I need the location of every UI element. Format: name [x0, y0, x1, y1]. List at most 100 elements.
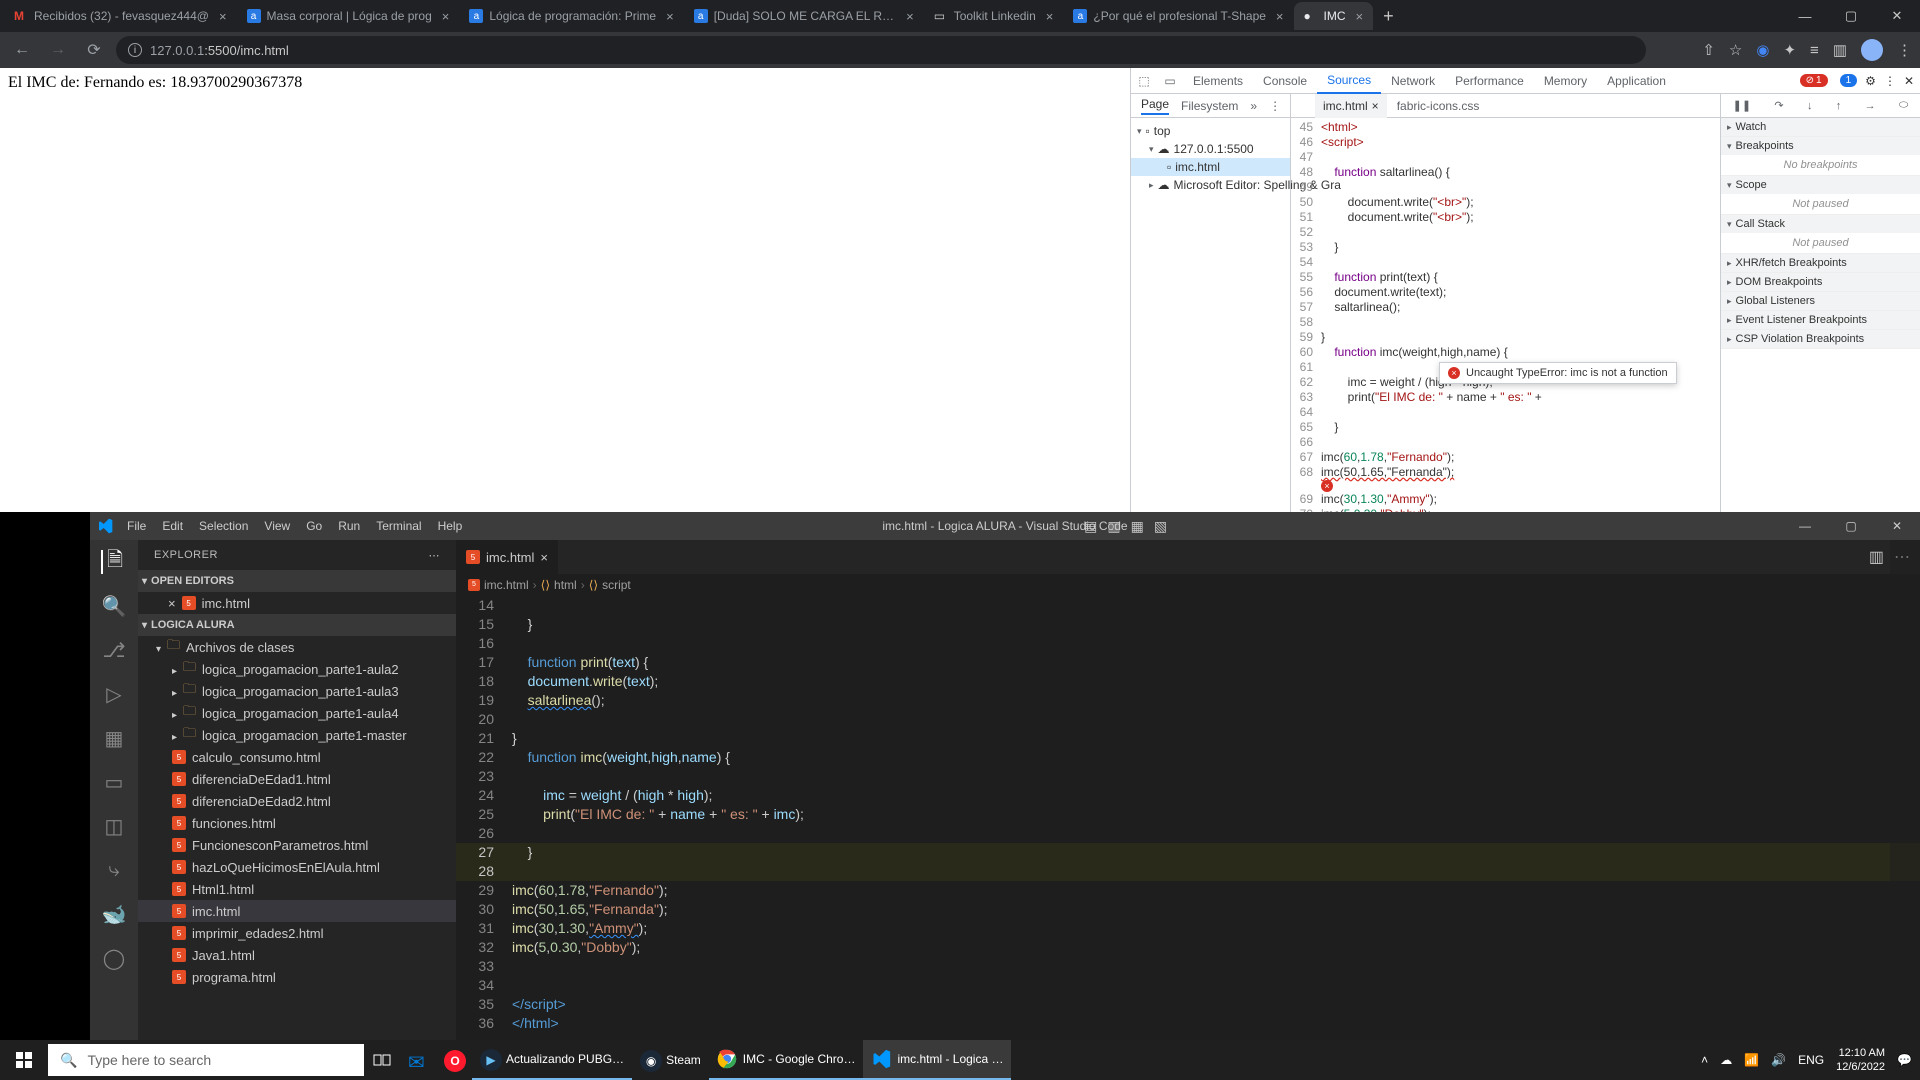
breadcrumb[interactable]: 5 imc.html›⟨⟩ html›⟨⟩ script [456, 574, 1920, 596]
extension-icon[interactable]: ◉ [1756, 41, 1769, 59]
back-button[interactable]: ← [8, 36, 36, 64]
file-item[interactable]: 5 diferenciaDeEdad2.html [138, 790, 456, 812]
folder-item[interactable]: 🗀 logica_progamacion_parte1-aula3 [138, 680, 456, 702]
menu-terminal[interactable]: Terminal [369, 519, 428, 533]
devtools-tab-application[interactable]: Application [1597, 68, 1676, 94]
file-item[interactable]: 5 imc.html [138, 900, 456, 922]
devtools-tab-elements[interactable]: Elements [1183, 68, 1253, 94]
filesystem-tab[interactable]: Filesystem [1181, 99, 1238, 113]
source-control-icon[interactable]: ⎇ [102, 638, 126, 662]
breadcrumb-item[interactable]: ⟨⟩ script [589, 578, 631, 592]
minimize-icon[interactable]: — [1782, 0, 1828, 32]
language-indicator[interactable]: ENG [1798, 1053, 1824, 1067]
tab-close-icon[interactable]: × [906, 9, 914, 24]
notifications-icon[interactable]: 💬 [1897, 1053, 1912, 1067]
tab-close-icon[interactable]: × [1046, 9, 1054, 24]
devtools-tab-network[interactable]: Network [1381, 68, 1445, 94]
liveshare-icon[interactable]: ⤷ [102, 858, 126, 882]
open-editors-header[interactable]: OPEN EDITORS [138, 570, 456, 592]
explorer-more-icon[interactable]: ⋯ [429, 549, 441, 562]
step-over-icon[interactable]: ↷ [1774, 99, 1783, 112]
watch-section[interactable]: ▸Watch [1721, 118, 1920, 136]
docker-icon[interactable]: 🐋 [102, 902, 126, 926]
extensions-icon[interactable]: ▦ [102, 726, 126, 750]
taskbar-clock[interactable]: 12:10 AM 12/6/2022 [1836, 1046, 1885, 1074]
tab-close-icon[interactable]: × [442, 9, 450, 24]
vscode-maximize-icon[interactable]: ▢ [1828, 512, 1874, 540]
browser-tab[interactable]: a¿Por qué el profesional T-Shape× [1063, 2, 1293, 30]
profile-avatar[interactable] [1861, 39, 1883, 61]
close-tab-icon[interactable]: × [540, 550, 548, 565]
browser-tab[interactable]: aLógica de programación: Prime× [459, 2, 683, 30]
layout-icon[interactable]: ▧ [1154, 518, 1167, 535]
page-tab[interactable]: Page [1141, 97, 1169, 115]
breadcrumb-item[interactable]: 5 imc.html [468, 578, 529, 592]
taskbar-search[interactable]: 🔍 Type here to search [48, 1044, 364, 1076]
taskbar-item[interactable]: ◉Steam [632, 1040, 709, 1080]
error-count-badge[interactable]: ⊘1 [1800, 74, 1828, 87]
site-info-icon[interactable]: i [128, 43, 142, 57]
menu-file[interactable]: File [120, 519, 153, 533]
code-editor[interactable]: 1415 }1617 function print(text) {18 docu… [456, 596, 1920, 1033]
csp-bp-section[interactable]: ▸CSP Violation Breakpoints [1721, 330, 1920, 348]
devtools-tab-memory[interactable]: Memory [1534, 68, 1597, 94]
scope-section[interactable]: ▾Scope [1721, 176, 1920, 194]
explorer-icon[interactable]: 🗎 [101, 550, 125, 574]
workspace-header[interactable]: LOGICA ALURA [138, 614, 456, 636]
volume-icon[interactable]: 🔊 [1771, 1053, 1786, 1067]
close-editor-icon[interactable]: × [168, 596, 176, 611]
tree-host[interactable]: ▾☁ 127.0.0.1:5500 [1131, 140, 1290, 158]
taskbar-item[interactable]: IMC - Google Chro… [709, 1040, 864, 1080]
devtools-tab-console[interactable]: Console [1253, 68, 1317, 94]
dom-bp-section[interactable]: ▸DOM Breakpoints [1721, 273, 1920, 291]
close-icon[interactable]: ✕ [1874, 0, 1920, 32]
menu-go[interactable]: Go [299, 519, 329, 533]
onedrive-icon[interactable]: ☁ [1720, 1053, 1732, 1067]
browser-tab[interactable]: ●IMC× [1294, 2, 1374, 30]
remote-icon[interactable]: ▭ [102, 770, 126, 794]
devtools-close-icon[interactable]: ✕ [1904, 74, 1914, 88]
file-item[interactable]: 5 diferenciaDeEdad1.html [138, 768, 456, 790]
taskbar-item[interactable]: O [436, 1040, 472, 1080]
menu-edit[interactable]: Edit [155, 519, 190, 533]
breakpoints-section[interactable]: ▾Breakpoints [1721, 137, 1920, 155]
maximize-icon[interactable]: ▢ [1828, 0, 1874, 32]
breadcrumb-item[interactable]: ⟨⟩ html [541, 578, 577, 592]
browser-tab[interactable]: ▭Toolkit Linkedin× [924, 2, 1064, 30]
github-icon[interactable]: ◯ [102, 946, 126, 970]
run-debug-icon[interactable]: ▷ [102, 682, 126, 706]
menu-run[interactable]: Run [331, 519, 367, 533]
deactivate-bp-icon[interactable]: ⬭ [1899, 99, 1908, 112]
xhr-bp-section[interactable]: ▸XHR/fetch Breakpoints [1721, 254, 1920, 272]
new-tab-button[interactable]: + [1373, 6, 1404, 27]
more-tabs-icon[interactable]: » [1250, 99, 1257, 113]
layout-icon[interactable]: ▦ [1131, 518, 1144, 535]
file-item[interactable]: 5 funciones.html [138, 812, 456, 834]
devtools-tab-performance[interactable]: Performance [1445, 68, 1534, 94]
address-bar[interactable]: i 127.0.0.1:5500/imc.html [116, 36, 1646, 64]
vscode-close-icon[interactable]: ✕ [1874, 512, 1920, 540]
tree-top[interactable]: ▾▫ top [1131, 122, 1290, 140]
taskbar-item[interactable]: imc.html - Logica … [863, 1040, 1011, 1080]
split-editor-icon[interactable]: ▥ [1869, 547, 1884, 567]
global-listeners-section[interactable]: ▸Global Listeners [1721, 292, 1920, 310]
source-file-tab[interactable]: fabric-icons.css [1389, 94, 1488, 118]
tab-close-icon[interactable]: × [666, 9, 674, 24]
share-icon[interactable]: ⇧ [1702, 41, 1715, 59]
folder-item[interactable]: 🗀 logica_progamacion_parte1-aula2 [138, 658, 456, 680]
step-out-icon[interactable]: ↑ [1836, 100, 1842, 112]
pause-icon[interactable]: ❚❚ [1733, 99, 1751, 112]
file-item[interactable]: 5 calculo_consumo.html [138, 746, 456, 768]
extensions-puzzle-icon[interactable]: ✦ [1783, 41, 1796, 59]
testing-icon[interactable]: ◫ [102, 814, 126, 838]
file-item[interactable]: 5 Java1.html [138, 944, 456, 966]
devtools-tab-sources[interactable]: Sources [1317, 68, 1381, 94]
step-icon[interactable]: → [1865, 100, 1876, 112]
vscode-minimize-icon[interactable]: — [1782, 512, 1828, 540]
wifi-icon[interactable]: 📶 [1744, 1053, 1759, 1067]
info-count-badge[interactable]: 1 [1840, 74, 1858, 87]
file-item[interactable]: 5 FuncionesconParametros.html [138, 834, 456, 856]
source-file-tab[interactable]: imc.html × [1315, 94, 1387, 118]
file-item[interactable]: 5 imprimir_edades2.html [138, 922, 456, 944]
device-toggle-icon[interactable]: ▭ [1157, 74, 1183, 88]
